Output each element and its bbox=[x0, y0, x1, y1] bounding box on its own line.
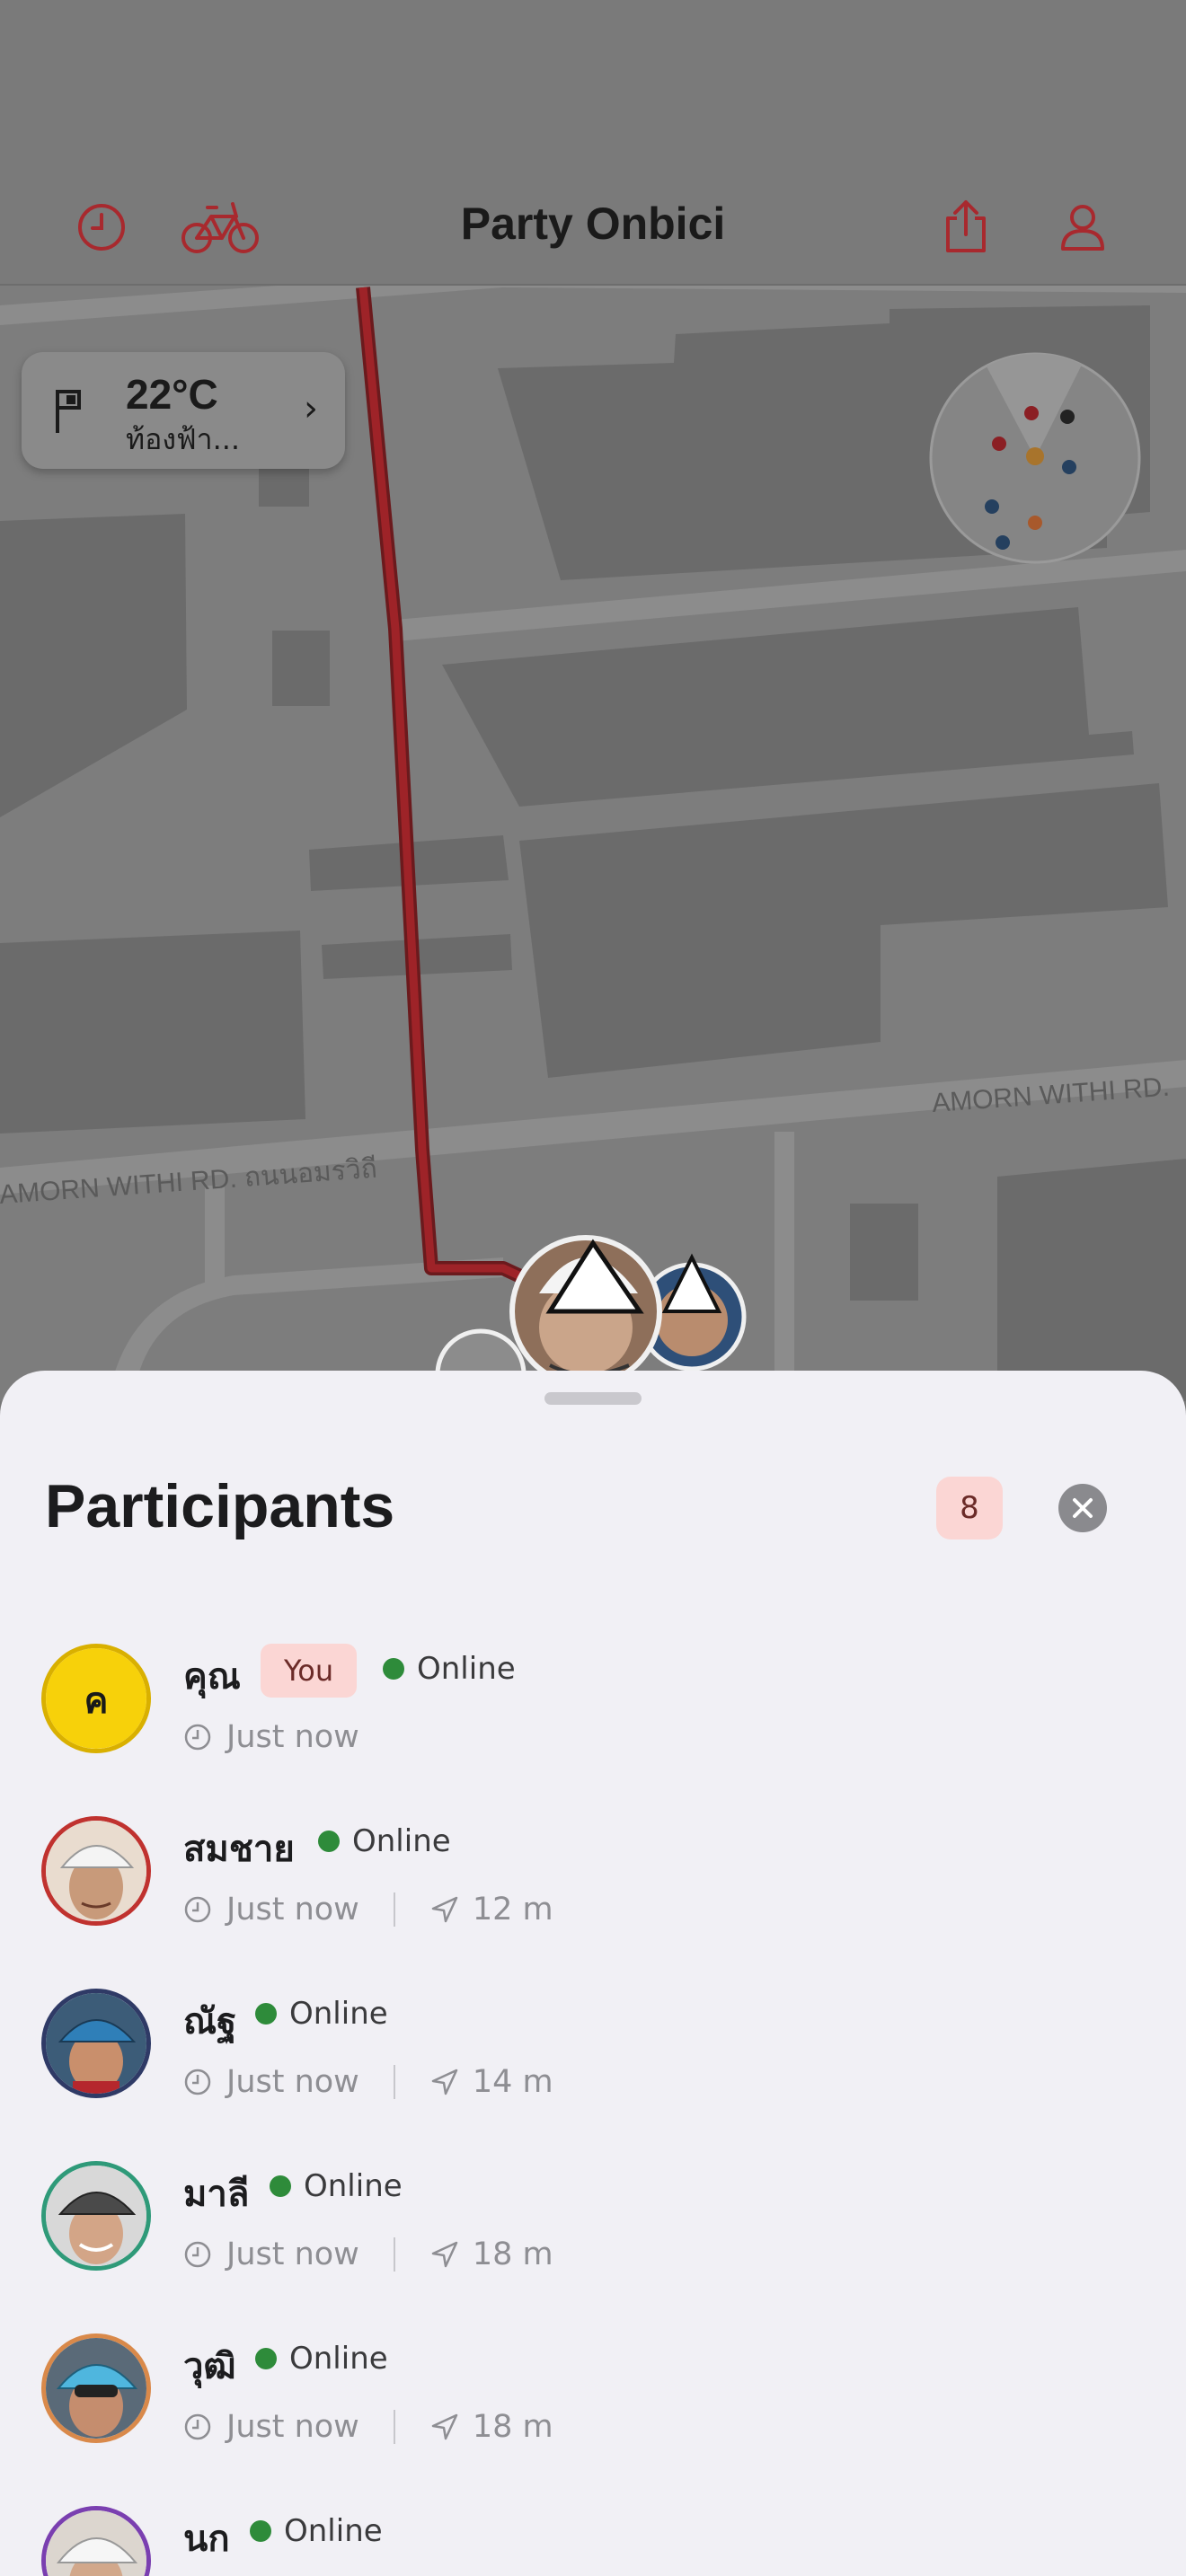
avatar bbox=[41, 2506, 151, 2576]
clock-icon bbox=[184, 2241, 211, 2268]
navigation-arrow-icon bbox=[431, 2069, 458, 2095]
participant-meta: Just now bbox=[183, 1719, 359, 1755]
you-badge: You bbox=[261, 1644, 358, 1698]
participant-meta: Just now 14 m bbox=[183, 2064, 553, 2100]
sheet-drag-handle[interactable] bbox=[544, 1392, 642, 1405]
avatar bbox=[41, 1989, 151, 2098]
participant-row[interactable]: วุฒิ Online Just now 18 m bbox=[0, 2333, 1186, 2495]
weather-card[interactable]: 22°C ท้องฟ้า... › bbox=[22, 352, 345, 469]
clock-icon bbox=[184, 1896, 211, 1923]
distance: 18 m bbox=[472, 2236, 553, 2272]
participant-row[interactable]: สมชาย Online Just now 12 m bbox=[0, 1816, 1186, 1978]
share-icon bbox=[946, 200, 986, 252]
clock-icon bbox=[184, 1724, 211, 1751]
flag-icon bbox=[56, 390, 81, 433]
navigation-arrow-icon bbox=[431, 2241, 458, 2268]
chevron-right-icon: › bbox=[304, 388, 318, 429]
distance: 18 m bbox=[472, 2409, 553, 2445]
participant-row[interactable]: ณัฐ Online Just now 14 m bbox=[0, 1989, 1186, 2150]
online-dot bbox=[270, 2175, 291, 2197]
divider bbox=[393, 1892, 395, 1927]
person-icon bbox=[1061, 205, 1104, 251]
last-seen: Just now bbox=[226, 1719, 359, 1755]
close-button[interactable] bbox=[1058, 1484, 1107, 1532]
last-seen: Just now bbox=[226, 2236, 359, 2272]
divider bbox=[393, 2410, 395, 2444]
navigation-arrow-icon bbox=[431, 1896, 458, 1923]
participant-row[interactable]: ค คุณ You Online Just now bbox=[0, 1644, 1186, 1805]
weather-temperature: 22°C bbox=[126, 371, 218, 418]
divider bbox=[393, 2065, 395, 2099]
participant-meta: Just now 18 m bbox=[183, 2236, 553, 2272]
participant-row[interactable]: มาลี Online Just now 18 m bbox=[0, 2161, 1186, 2323]
navigation-arrow-icon bbox=[431, 2413, 458, 2440]
online-dot bbox=[383, 1658, 404, 1680]
avatar bbox=[41, 2333, 151, 2443]
sheet-title: Participants bbox=[45, 1472, 395, 1540]
last-seen: Just now bbox=[226, 2409, 359, 2445]
svg-text:ค: ค bbox=[84, 1681, 109, 1722]
status-online: Online bbox=[250, 2513, 383, 2549]
avatar: ค bbox=[41, 1644, 151, 1753]
participant-count-badge: 8 bbox=[936, 1477, 1003, 1539]
participant-name: นก bbox=[183, 2519, 230, 2560]
online-dot bbox=[250, 2520, 271, 2542]
profile-button[interactable] bbox=[1051, 196, 1114, 259]
participant-name: สมชาย bbox=[183, 1829, 295, 1870]
group-radar[interactable] bbox=[929, 352, 1141, 564]
share-button[interactable] bbox=[934, 196, 997, 259]
online-dot bbox=[255, 2003, 277, 2025]
participants-sheet: Participants 8 ค คุณ You Online Just now bbox=[0, 1371, 1186, 2576]
clock-icon bbox=[184, 2413, 211, 2440]
divider bbox=[393, 2237, 395, 2272]
status-online: Online bbox=[383, 1651, 516, 1687]
participant-name: มาลี bbox=[183, 2174, 250, 2215]
online-dot bbox=[255, 2348, 277, 2369]
last-seen: Just now bbox=[226, 1892, 359, 1928]
participant-name: วุฒิ bbox=[183, 2346, 236, 2387]
weather-condition: ท้องฟ้า... bbox=[126, 422, 241, 456]
online-dot bbox=[318, 1831, 340, 1852]
top-navigation-bar: Party Onbici bbox=[0, 0, 1186, 286]
avatar bbox=[41, 1816, 151, 1926]
distance: 12 m bbox=[472, 1892, 553, 1928]
app-title: Party Onbici bbox=[460, 198, 726, 249]
status-online: Online bbox=[270, 2168, 403, 2204]
status-online: Online bbox=[255, 1996, 388, 2032]
close-icon bbox=[1073, 1498, 1093, 1518]
participant-row[interactable]: นก Online bbox=[0, 2506, 1186, 2576]
last-seen: Just now bbox=[226, 2064, 359, 2100]
avatar bbox=[41, 2161, 151, 2271]
participant-meta: Just now 12 m bbox=[183, 1892, 553, 1928]
distance: 14 m bbox=[472, 2064, 553, 2100]
clock-icon bbox=[184, 2069, 211, 2095]
participant-meta: Just now 18 m bbox=[183, 2409, 553, 2445]
status-online: Online bbox=[255, 2341, 388, 2377]
participant-name: คุณ bbox=[183, 1656, 241, 1698]
participant-name: ณัฐ bbox=[183, 2001, 237, 2042]
status-online: Online bbox=[318, 1823, 451, 1859]
